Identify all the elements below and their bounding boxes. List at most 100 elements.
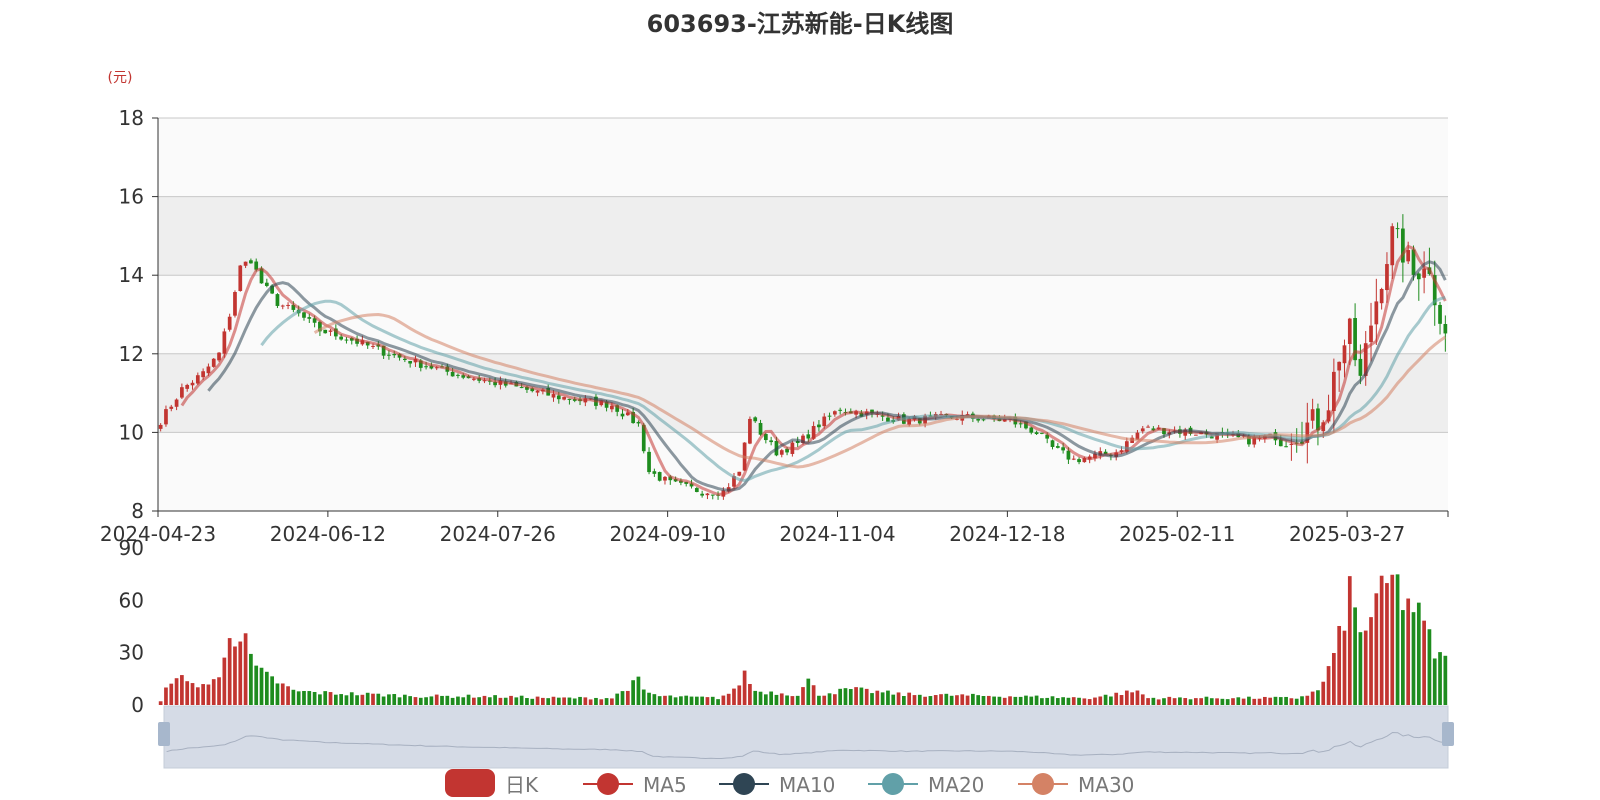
- volume-bar: [1406, 598, 1411, 705]
- volume-bar: [514, 697, 519, 705]
- volume-bar: [1199, 698, 1204, 705]
- volume-bar: [610, 698, 614, 705]
- candle-body: [158, 424, 163, 429]
- volume-bar: [1332, 653, 1336, 705]
- legend-ma5-dot-icon[interactable]: [597, 773, 619, 795]
- legend-ma20-dot-icon[interactable]: [882, 773, 904, 795]
- volume-bar: [211, 679, 216, 705]
- volume-tick-label: 30: [119, 641, 144, 665]
- volume-bar: [1347, 576, 1352, 705]
- candle-body: [652, 471, 657, 474]
- volume-bar: [222, 657, 227, 705]
- volume-bar: [992, 696, 996, 705]
- candle-body: [164, 409, 168, 425]
- volume-bar: [402, 694, 407, 705]
- candle-body: [402, 358, 407, 360]
- candle-body: [753, 417, 758, 422]
- zoom-right-handle[interactable]: [1442, 722, 1454, 746]
- candle-body: [567, 398, 572, 400]
- volume-bar: [243, 633, 248, 705]
- volume-bar: [827, 693, 832, 705]
- volume-bar: [790, 696, 795, 705]
- volume-bar: [424, 697, 428, 705]
- candle-body: [264, 282, 269, 286]
- legend-kline-icon[interactable]: [445, 769, 495, 797]
- volume-bar: [1363, 630, 1368, 705]
- volume-bar: [1284, 696, 1288, 705]
- volume-bar: [1326, 666, 1331, 705]
- volume-bar: [891, 694, 896, 705]
- volume-bar: [1385, 583, 1389, 705]
- volume-bar: [737, 685, 742, 705]
- volume-bar: [392, 694, 397, 705]
- volume-bar: [541, 697, 545, 705]
- candle-body: [1347, 318, 1352, 344]
- volume-bar: [1342, 630, 1347, 705]
- candle-body: [694, 488, 699, 492]
- volume-bar: [748, 683, 752, 705]
- legend-ma10-dot-icon[interactable]: [733, 773, 755, 795]
- volume-bar: [1438, 652, 1442, 705]
- volume-bar: [264, 671, 269, 705]
- candle-body: [556, 395, 561, 400]
- candle-body: [227, 316, 232, 330]
- legend-item-label[interactable]: MA30: [1078, 773, 1134, 797]
- volume-bar: [758, 691, 763, 705]
- volume-bar: [578, 696, 582, 705]
- volume-bar: [365, 692, 370, 705]
- volume-bar: [456, 696, 460, 705]
- volume-bar: [785, 695, 789, 705]
- volume-bar: [1379, 575, 1384, 705]
- chart-legend[interactable]: 日K MA5 MA10 MA20 MA30: [445, 769, 1134, 797]
- volume-bar: [1114, 692, 1119, 705]
- volume-bar: [604, 698, 609, 705]
- volume-bar: [1061, 697, 1065, 705]
- volume-bars: [158, 574, 1448, 705]
- volume-bar: [1183, 698, 1188, 705]
- zoom-left-handle[interactable]: [158, 722, 170, 746]
- volume-bar: [1040, 698, 1044, 705]
- candle-body: [1443, 323, 1448, 334]
- legend-item-label[interactable]: MA10: [779, 773, 835, 797]
- volume-bar: [795, 695, 800, 705]
- x-tick-label: 2024-11-04: [779, 522, 895, 546]
- candle-body: [1358, 358, 1363, 376]
- volume-bar: [774, 694, 779, 705]
- volume-bar: [848, 689, 853, 705]
- volume-bar: [355, 695, 359, 705]
- volume-bar: [944, 693, 949, 705]
- candle-body: [1395, 228, 1400, 230]
- volume-bar: [217, 677, 221, 705]
- legend-item-label[interactable]: MA20: [928, 773, 984, 797]
- volume-bar: [1124, 690, 1129, 705]
- data-zoom-slider[interactable]: [158, 705, 1454, 769]
- volume-bar: [1358, 632, 1363, 705]
- volume-bar: [387, 694, 391, 705]
- volume-bar: [206, 684, 211, 705]
- volume-bar: [1310, 691, 1315, 705]
- legend-item-label[interactable]: 日K: [505, 773, 539, 797]
- zoom-window[interactable]: [163, 705, 1449, 769]
- grid-band: [158, 118, 1448, 197]
- volume-bar: [657, 696, 662, 705]
- volume-bar: [498, 697, 503, 705]
- volume-bar: [1337, 625, 1342, 705]
- candle-body: [302, 312, 306, 318]
- volume-bar: [875, 690, 880, 705]
- volume-bar: [323, 691, 328, 705]
- volume-bar: [668, 695, 673, 705]
- candle-body: [1416, 273, 1421, 280]
- volume-bar: [275, 683, 280, 705]
- legend-ma30-dot-icon[interactable]: [1032, 773, 1054, 795]
- volume-bar: [286, 686, 290, 705]
- volume-y-axis: 0 30 60 90: [119, 536, 144, 717]
- volume-bar: [519, 695, 524, 705]
- volume-bar: [1215, 698, 1219, 705]
- volume-bar: [1087, 699, 1092, 705]
- candle-body: [1140, 428, 1145, 432]
- candle-body: [1342, 345, 1347, 364]
- legend-item-label[interactable]: MA5: [643, 773, 687, 797]
- candle-body: [1146, 426, 1150, 428]
- volume-bar: [1416, 602, 1421, 705]
- volume-bar: [195, 687, 200, 705]
